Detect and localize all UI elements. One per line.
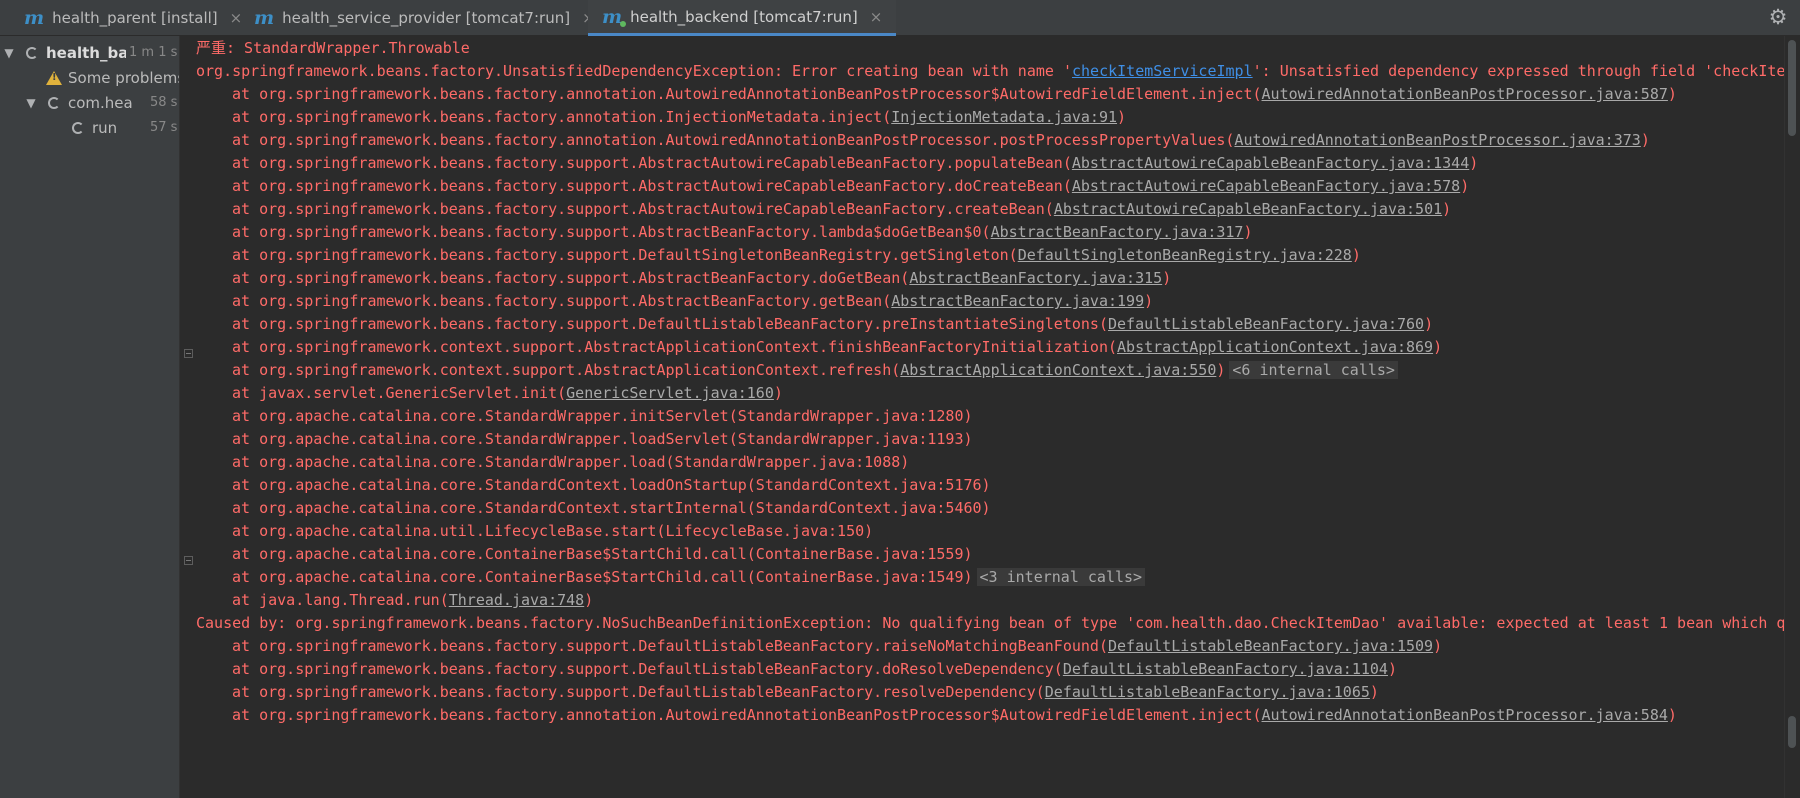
- stack-link[interactable]: AbstractBeanFactory.java:317: [991, 223, 1244, 241]
- stack-frame: at org.apache.catalina.core.StandardWrap…: [232, 407, 973, 425]
- tree-node-label: com.health: [68, 93, 134, 112]
- running-spinner-icon: [48, 96, 60, 109]
- stack-frame: at org.springframework.beans.factory.sup…: [232, 246, 1361, 264]
- fold-toggle[interactable]: [184, 556, 193, 565]
- stack-frame: at org.springframework.beans.factory.sup…: [232, 315, 1434, 333]
- stack-frame: at org.springframework.beans.factory.ann…: [232, 108, 1127, 126]
- scrollbar-thumb[interactable]: [1788, 40, 1796, 136]
- chevron-down-icon[interactable]: ▼: [24, 96, 38, 110]
- stack-link[interactable]: AbstractApplicationContext.java:550: [900, 361, 1216, 379]
- stack-frame: at org.springframework.beans.factory.sup…: [232, 223, 1253, 241]
- tree-node-label: run: [92, 118, 118, 137]
- running-spinner-icon: [72, 121, 84, 134]
- stack-frame: at org.springframework.beans.factory.sup…: [232, 292, 1154, 310]
- tab-health-backend[interactable]: m health_backend [tomcat7:run] ×: [588, 0, 897, 36]
- tree-node-label: Some problems: [68, 68, 180, 87]
- run-tool-window: m health_parent [install] × m health_ser…: [0, 0, 1800, 798]
- stack-frame: at org.apache.catalina.core.ContainerBas…: [232, 565, 1146, 590]
- stack-frame: at javax.servlet.GenericServlet.init(Gen…: [232, 384, 783, 402]
- running-spinner-icon: [26, 46, 38, 59]
- tab-label: health_backend [tomcat7:run]: [630, 7, 858, 26]
- internal-calls-fold[interactable]: <3 internal calls>: [976, 568, 1146, 586]
- stack-link[interactable]: AbstractAutowireCapableBeanFactory.java:…: [1054, 200, 1442, 218]
- stack-link[interactable]: GenericServlet.java:160: [566, 384, 774, 402]
- tree-node-label: health_back: [46, 43, 126, 62]
- maven-icon: m: [24, 7, 45, 29]
- maven-running-icon: m: [602, 5, 627, 28]
- stack-link[interactable]: AutowiredAnnotationBeanPostProcessor.jav…: [1262, 85, 1668, 103]
- tab-label: health_parent [install]: [52, 9, 218, 27]
- stack-frame: at org.apache.catalina.core.StandardCont…: [232, 499, 991, 517]
- stack-frame: at org.springframework.beans.factory.ann…: [232, 706, 1677, 724]
- stack-frame: at org.apache.catalina.core.StandardWrap…: [232, 453, 910, 471]
- build-tree: ▼ health_back 1 m 1 s Some problems ▼ co…: [0, 36, 180, 798]
- close-icon[interactable]: ×: [870, 8, 883, 26]
- scrollbar-thumb[interactable]: [1788, 716, 1796, 748]
- stack-link[interactable]: DefaultListableBeanFactory.java:1509: [1108, 637, 1433, 655]
- tree-node-time: 58 s: [150, 95, 178, 110]
- stack-frame: at org.springframework.beans.factory.sup…: [232, 200, 1452, 218]
- gear-icon[interactable]: ⚙: [1766, 5, 1790, 29]
- stack-link[interactable]: DefaultListableBeanFactory.java:1065: [1045, 683, 1370, 701]
- stack-frame: at org.springframework.beans.factory.sup…: [232, 269, 1172, 287]
- internal-calls-fold[interactable]: <6 internal calls>: [1229, 361, 1398, 379]
- tree-node-time: 1 m 1 s: [129, 45, 178, 60]
- stack-frame: at org.apache.catalina.core.ContainerBas…: [232, 545, 973, 563]
- tree-node-run[interactable]: run 57 s: [0, 115, 179, 140]
- stack-frame: at org.springframework.context.support.A…: [232, 338, 1443, 356]
- stack-link[interactable]: DefaultListableBeanFactory.java:760: [1108, 315, 1424, 333]
- fold-toggle[interactable]: [184, 349, 193, 358]
- tree-node-time: 57 s: [150, 120, 178, 135]
- tab-label: health_service_provider [tomcat7:run]: [282, 9, 571, 27]
- maven-icon: m: [254, 7, 275, 29]
- tab-health-parent[interactable]: m health_parent [install] ×: [24, 0, 242, 36]
- tree-node-module[interactable]: ▼ com.health 58 s: [0, 90, 179, 115]
- tree-node-health-backend[interactable]: ▼ health_back 1 m 1 s: [0, 40, 179, 65]
- stack-link[interactable]: AbstractApplicationContext.java:869: [1117, 338, 1433, 356]
- stack-frame: at org.springframework.context.support.A…: [232, 358, 1398, 383]
- stack-frame: at org.apache.catalina.util.LifecycleBas…: [232, 522, 874, 540]
- console-line: Caused by: org.springframework.beans.fac…: [196, 614, 1784, 632]
- console-line: org.springframework.beans.factory.Unsati…: [196, 62, 1784, 80]
- stack-link[interactable]: DefaultSingletonBeanRegistry.java:228: [1018, 246, 1352, 264]
- stack-frame: at org.apache.catalina.core.StandardWrap…: [232, 430, 973, 448]
- tree-node-warning[interactable]: Some problems: [0, 65, 180, 90]
- stack-frame: at org.springframework.beans.factory.sup…: [232, 660, 1397, 678]
- stack-frame: at org.apache.catalina.core.StandardCont…: [232, 476, 991, 494]
- stack-frame: at org.springframework.beans.factory.sup…: [232, 154, 1479, 172]
- warning-icon: [46, 70, 62, 85]
- run-tabs-bar: m health_parent [install] × m health_ser…: [0, 0, 1800, 36]
- stack-link[interactable]: AbstractBeanFactory.java:315: [909, 269, 1162, 287]
- console-output[interactable]: 严重: StandardWrapper.Throwable org.spring…: [180, 36, 1784, 798]
- stack-frame: at org.springframework.beans.factory.sup…: [232, 177, 1470, 195]
- stack-frame: at org.springframework.beans.factory.ann…: [232, 131, 1650, 149]
- stack-link[interactable]: AutowiredAnnotationBeanPostProcessor.jav…: [1262, 706, 1668, 724]
- stack-link[interactable]: AbstractBeanFactory.java:199: [891, 292, 1144, 310]
- stack-link[interactable]: AutowiredAnnotationBeanPostProcessor.jav…: [1234, 131, 1640, 149]
- console-line: 严重: StandardWrapper.Throwable: [196, 39, 470, 57]
- tab-health-service-provider[interactable]: m health_service_provider [tomcat7:run] …: [254, 0, 595, 36]
- stack-link[interactable]: AbstractAutowireCapableBeanFactory.java:…: [1072, 154, 1469, 172]
- stack-link[interactable]: DefaultListableBeanFactory.java:1104: [1063, 660, 1388, 678]
- stack-link[interactable]: AbstractAutowireCapableBeanFactory.java:…: [1072, 177, 1460, 195]
- close-icon[interactable]: ×: [230, 9, 243, 27]
- vertical-scrollbar[interactable]: [1784, 36, 1800, 798]
- stack-frame: at org.springframework.beans.factory.sup…: [232, 683, 1379, 701]
- chevron-down-icon[interactable]: ▼: [2, 46, 16, 60]
- stack-frame: at org.springframework.beans.factory.sup…: [232, 637, 1443, 655]
- stack-link[interactable]: checkItemServiceImpl: [1072, 62, 1253, 80]
- stack-link[interactable]: Thread.java:748: [449, 591, 584, 609]
- stack-frame: at java.lang.Thread.run(Thread.java:748): [232, 591, 594, 609]
- stack-link[interactable]: InjectionMetadata.java:91: [891, 108, 1117, 126]
- stack-frame: at org.springframework.beans.factory.ann…: [232, 85, 1677, 103]
